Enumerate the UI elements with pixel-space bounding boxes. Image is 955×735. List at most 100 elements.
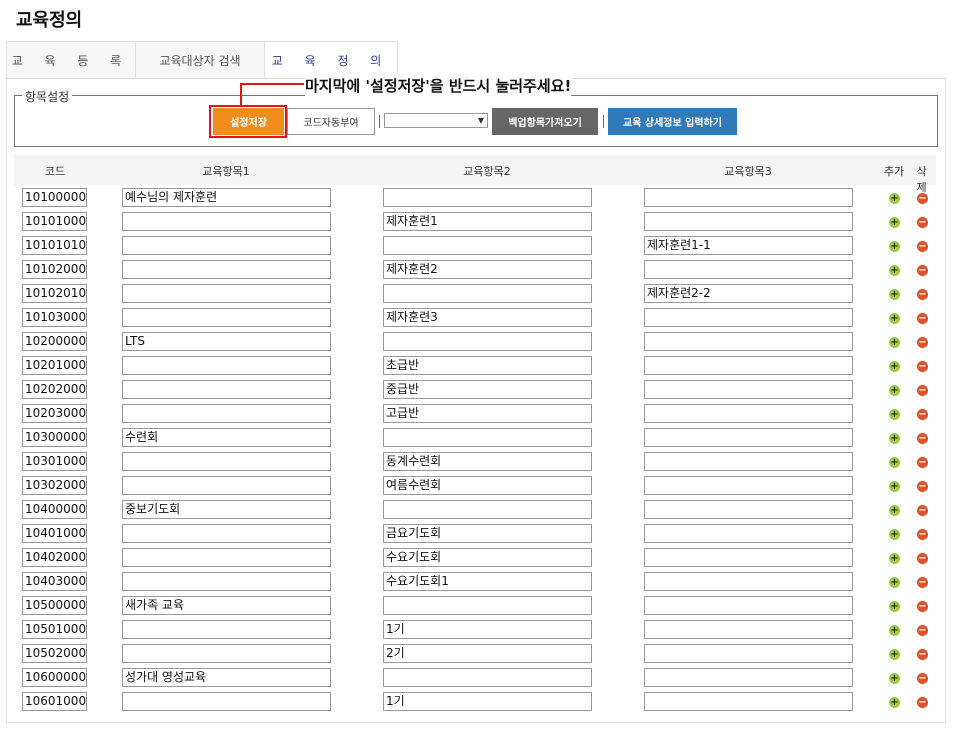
item1-input[interactable] [122, 380, 331, 399]
item3-input[interactable] [644, 404, 853, 423]
delete-row-icon[interactable]: − [917, 241, 928, 252]
add-row-icon[interactable]: + [889, 265, 900, 276]
add-row-icon[interactable]: + [889, 457, 900, 468]
item2-input[interactable]: 초급반 [383, 356, 592, 375]
add-row-icon[interactable]: + [889, 193, 900, 204]
code-input[interactable]: 10101000 [22, 212, 87, 231]
item1-input[interactable] [122, 644, 331, 663]
item3-input[interactable] [644, 548, 853, 567]
load-backup-button[interactable]: 백업항목가져오기 [492, 108, 598, 135]
education-detail-button[interactable]: 교육 상세정보 입력하기 [608, 108, 737, 135]
add-row-icon[interactable]: + [889, 433, 900, 444]
item1-input[interactable] [122, 404, 331, 423]
add-row-icon[interactable]: + [889, 505, 900, 516]
delete-row-icon[interactable]: − [917, 601, 928, 612]
delete-row-icon[interactable]: − [917, 385, 928, 396]
item3-input[interactable] [644, 668, 853, 687]
item3-input[interactable] [644, 572, 853, 591]
delete-row-icon[interactable]: − [917, 433, 928, 444]
item1-input[interactable] [122, 476, 331, 495]
item2-input[interactable]: 금요기도회 [383, 524, 592, 543]
item2-input[interactable]: 제자훈련2 [383, 260, 592, 279]
item3-input[interactable] [644, 596, 853, 615]
item2-input[interactable] [383, 428, 592, 447]
item3-input[interactable] [644, 308, 853, 327]
item1-input[interactable]: 성가대 영성교육 [122, 668, 331, 687]
item2-input[interactable]: 1기 [383, 692, 592, 711]
item2-input[interactable]: 수요기도회 [383, 548, 592, 567]
item1-input[interactable] [122, 692, 331, 711]
code-input[interactable]: 10601000 [22, 692, 87, 711]
item3-input[interactable]: 제자훈련1-1 [644, 236, 853, 255]
code-input[interactable]: 10301000 [22, 452, 87, 471]
delete-row-icon[interactable]: − [917, 505, 928, 516]
item2-input[interactable]: 동계수련회 [383, 452, 592, 471]
code-input[interactable]: 10302000 [22, 476, 87, 495]
item1-input[interactable]: 수련회 [122, 428, 331, 447]
item1-input[interactable] [122, 356, 331, 375]
delete-row-icon[interactable]: − [917, 409, 928, 420]
item3-input[interactable] [644, 452, 853, 471]
item3-input[interactable] [644, 188, 853, 207]
item2-input[interactable]: 고급반 [383, 404, 592, 423]
add-row-icon[interactable]: + [889, 385, 900, 396]
code-input[interactable]: 10101010 [22, 236, 87, 255]
item2-input[interactable] [383, 284, 592, 303]
delete-row-icon[interactable]: − [917, 529, 928, 540]
add-row-icon[interactable]: + [889, 313, 900, 324]
delete-row-icon[interactable]: − [917, 313, 928, 324]
delete-row-icon[interactable]: − [917, 289, 928, 300]
delete-row-icon[interactable]: − [917, 649, 928, 660]
item3-input[interactable] [644, 356, 853, 375]
item2-input[interactable]: 1기 [383, 620, 592, 639]
item2-input[interactable]: 2기 [383, 644, 592, 663]
item1-input[interactable]: 새가족 교육 [122, 596, 331, 615]
code-input[interactable]: 10501000 [22, 620, 87, 639]
item3-input[interactable] [644, 644, 853, 663]
item1-input[interactable] [122, 212, 331, 231]
item1-input[interactable] [122, 260, 331, 279]
code-input[interactable]: 10300000 [22, 428, 87, 447]
item2-input[interactable]: 중급반 [383, 380, 592, 399]
code-input[interactable]: 10200000 [22, 332, 87, 351]
code-input[interactable]: 10203000 [22, 404, 87, 423]
code-input[interactable]: 10102000 [22, 260, 87, 279]
item3-input[interactable] [644, 212, 853, 231]
item3-input[interactable] [644, 380, 853, 399]
item2-input[interactable]: 여름수련회 [383, 476, 592, 495]
tab-education-register[interactable]: 교 육 등 록 [6, 41, 136, 79]
item3-input[interactable]: 제자훈련2-2 [644, 284, 853, 303]
item2-input[interactable] [383, 332, 592, 351]
delete-row-icon[interactable]: − [917, 217, 928, 228]
delete-row-icon[interactable]: − [917, 553, 928, 564]
delete-row-icon[interactable]: − [917, 337, 928, 348]
code-input[interactable]: 10100000 [22, 188, 87, 207]
code-input[interactable]: 10402000 [22, 548, 87, 567]
item3-input[interactable] [644, 500, 853, 519]
code-input[interactable]: 10502000 [22, 644, 87, 663]
item3-input[interactable] [644, 332, 853, 351]
delete-row-icon[interactable]: − [917, 577, 928, 588]
backup-select[interactable]: ▼ [384, 113, 488, 128]
delete-row-icon[interactable]: − [917, 193, 928, 204]
add-row-icon[interactable]: + [889, 529, 900, 540]
delete-row-icon[interactable]: − [917, 625, 928, 636]
code-input[interactable]: 10400000 [22, 500, 87, 519]
item3-input[interactable] [644, 692, 853, 711]
item1-input[interactable] [122, 284, 331, 303]
item1-input[interactable] [122, 524, 331, 543]
item2-input[interactable] [383, 596, 592, 615]
item3-input[interactable] [644, 428, 853, 447]
add-row-icon[interactable]: + [889, 217, 900, 228]
add-row-icon[interactable]: + [889, 601, 900, 612]
delete-row-icon[interactable]: − [917, 673, 928, 684]
add-row-icon[interactable]: + [889, 697, 900, 708]
add-row-icon[interactable]: + [889, 241, 900, 252]
item3-input[interactable] [644, 620, 853, 639]
item3-input[interactable] [644, 476, 853, 495]
item2-input[interactable] [383, 236, 592, 255]
add-row-icon[interactable]: + [889, 577, 900, 588]
delete-row-icon[interactable]: − [917, 361, 928, 372]
delete-row-icon[interactable]: − [917, 481, 928, 492]
item1-input[interactable]: 예수님의 제자훈련 [122, 188, 331, 207]
